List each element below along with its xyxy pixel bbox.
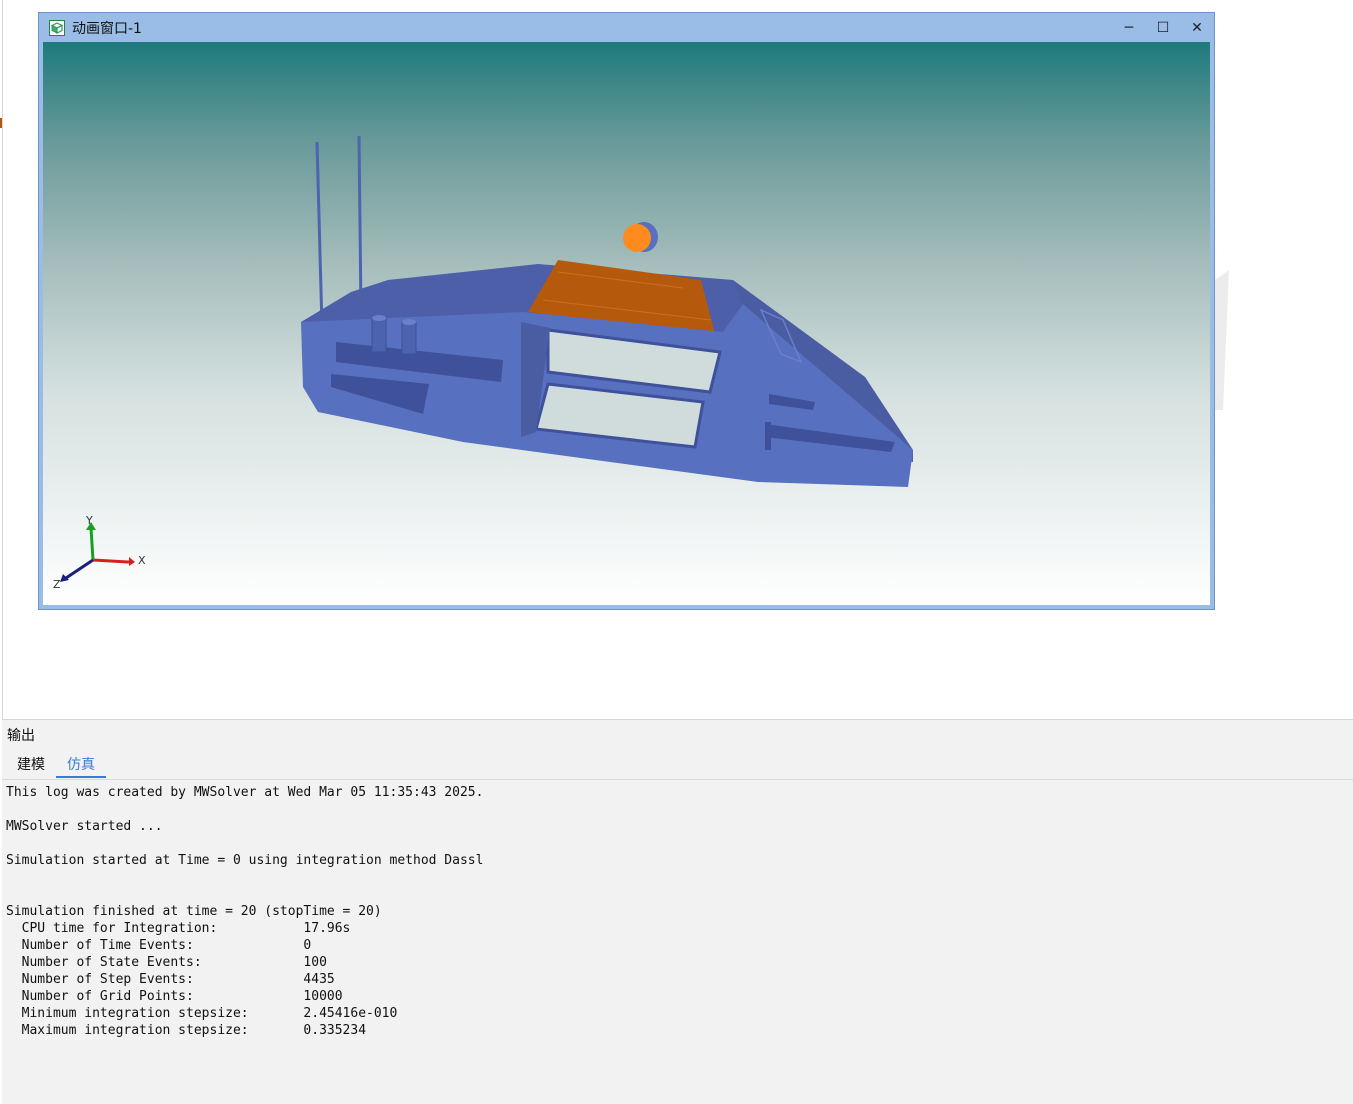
axis-triad: X Y Z — [53, 514, 146, 591]
log-line: This log was created by MWSolver at Wed … — [6, 785, 484, 800]
cylinder-2 — [401, 321, 417, 355]
maximize-button[interactable]: ☐ — [1146, 13, 1180, 42]
edge-marker — [0, 118, 2, 128]
floating-ball — [623, 224, 651, 252]
axis-y-label: Y — [85, 514, 93, 527]
tab-simulation[interactable]: 仿真 — [56, 754, 106, 778]
log-line: Number of Grid Points: 10000 — [6, 989, 343, 1004]
axis-z-label: Z — [53, 578, 61, 591]
antenna-left — [315, 141, 324, 328]
window-title: 动画窗口-1 — [72, 20, 142, 37]
axis-x-label: X — [138, 554, 146, 567]
minimize-button[interactable]: ─ — [1112, 13, 1146, 42]
log-line: MWSolver started ... — [6, 819, 163, 834]
close-button[interactable]: ✕ — [1180, 13, 1214, 42]
tab-modeling[interactable]: 建模 — [6, 754, 56, 778]
cylinder-1 — [371, 317, 387, 353]
log-line: Number of Step Events: 4435 — [6, 972, 335, 987]
3d-viewport[interactable]: X Y Z — [43, 42, 1210, 605]
log-line: Simulation started at Time = 0 using int… — [6, 853, 484, 868]
window-titlebar[interactable]: 动画窗口-1 ─ ☐ ✕ — [39, 13, 1214, 42]
output-tabs: 建模 仿真 — [6, 754, 106, 778]
output-panel-title: 输出 — [7, 728, 35, 744]
window-controls: ─ ☐ ✕ — [1112, 13, 1214, 42]
log-line: Number of Time Events: 0 — [6, 938, 312, 953]
log-line: Number of State Events: 100 — [6, 955, 327, 970]
antenna-right — [357, 135, 363, 313]
output-panel: 输出 建模 仿真 This log was created by MWSolve… — [2, 719, 1353, 1104]
log-line: Maximum integration stepsize: 0.335234 — [6, 1023, 367, 1038]
background-shadow — [1215, 270, 1229, 410]
simulation-log[interactable]: This log was created by MWSolver at Wed … — [6, 784, 1345, 1039]
boat-model-scene[interactable]: X Y Z — [43, 42, 1210, 605]
left-edge — [0, 0, 3, 720]
cube-icon — [48, 19, 66, 37]
log-line: Minimum integration stepsize: 2.45416e-0… — [6, 1006, 398, 1021]
log-line: Simulation finished at time = 20 (stopTi… — [6, 904, 382, 919]
log-line: CPU time for Integration: 17.96s — [6, 921, 351, 936]
animation-window[interactable]: 动画窗口-1 ─ ☐ ✕ X Y Z — [38, 12, 1215, 610]
tab-separator — [2, 779, 1353, 780]
